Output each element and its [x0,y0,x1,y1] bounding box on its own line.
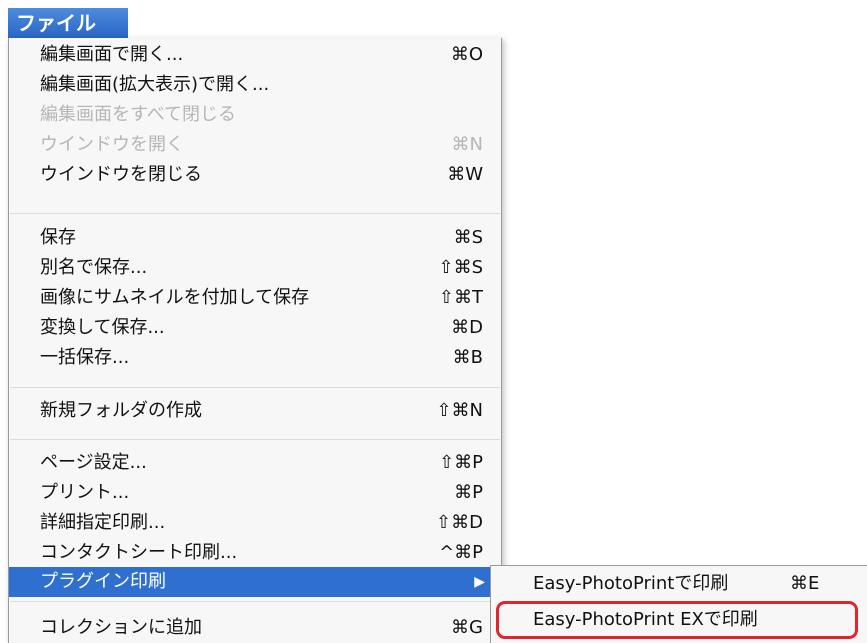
menu-item-label: ウインドウを開く [40,134,184,155]
menu-item-label: 変換して保存... [40,317,165,338]
menu-item-label: 一括保存... [40,347,130,368]
menu-item-close-window[interactable]: ウインドウを閉じる ⌘W [9,160,501,190]
menu-item-shortcut: ⌘G [451,617,483,638]
menu-item-add-to-collection[interactable]: コレクションに追加 ⌘G [9,613,501,643]
menu-item-label: 別名で保存... [40,257,148,278]
menu-item-label: 編集画面(拡大表示)で開く... [40,74,270,95]
menu-item-batch-save[interactable]: 一括保存... ⌘B [9,343,501,373]
menu-item-save[interactable]: 保存 ⌘S [9,223,501,253]
menu-item-label: コレクションに追加 [40,617,202,638]
menu-item-label: 新規フォルダの作成 [40,400,202,421]
menu-item-shortcut: ⌘P [454,482,483,503]
menu-item-open-in-editor-zoomed[interactable]: 編集画面(拡大表示)で開く... [9,70,501,100]
menu-item-shortcut: ⌘D [451,317,483,338]
menu-item-shortcut: ⇧⌘N [436,400,483,421]
menu-item-save-with-thumbnail[interactable]: 画像にサムネイルを付加して保存 ⇧⌘T [9,283,501,313]
menu-item-plugin-print[interactable]: プラグイン印刷 ▶ [9,567,501,597]
menu-item-detailed-print[interactable]: 詳細指定印刷... ⇧⌘D [9,508,501,538]
submenu-item-shortcut: ⌘E [790,573,820,594]
submenu-item-easy-photoprint[interactable]: Easy-PhotoPrintで印刷 ⌘E [491,569,867,599]
menu-item-open-window: ウインドウを開く ⌘N [9,130,501,160]
menu-item-open-in-editor[interactable]: 編集画面で開く... ⌘O [9,40,501,70]
menu-item-label: 編集画面をすべて閉じる [40,104,237,125]
menu-item-close-all-editors: 編集画面をすべて閉じる [9,100,501,130]
menu-item-shortcut: ^⌘P [439,542,483,563]
menu-item-label: プリント... [40,482,130,503]
menu-item-new-folder[interactable]: 新規フォルダの作成 ⇧⌘N [9,396,501,426]
menu-item-shortcut: ⇧⌘P [439,452,483,473]
menu-separator [10,213,500,214]
menu-item-label: プラグイン印刷 [40,571,166,592]
menu-item-shortcut: ⌘O [450,44,483,65]
menu-item-shortcut: ⌘S [453,227,483,248]
menu-item-shortcut: ⇧⌘S [438,257,483,278]
menu-item-shortcut: ⌘B [452,347,483,368]
submenu-item-easy-photoprint-ex[interactable]: Easy-PhotoPrint EXで印刷 [491,605,867,635]
plugin-print-submenu: Easy-PhotoPrintで印刷 ⌘E Easy-PhotoPrint EX… [490,565,867,643]
menu-item-label: コンタクトシート印刷... [40,542,238,563]
menu-item-label: 詳細指定印刷... [40,512,166,533]
menu-item-label: 画像にサムネイルを付加して保存 [40,287,310,308]
menu-item-label: 編集画面で開く... [40,44,184,65]
submenu-item-label: Easy-PhotoPrintで印刷 [533,573,729,594]
menu-item-label: 保存 [40,227,76,248]
menu-item-shortcut: ⇧⌘T [438,287,483,308]
submenu-arrow-icon: ▶ [474,574,485,590]
file-menu: 編集画面で開く... ⌘O 編集画面(拡大表示)で開く... 編集画面をすべて閉… [8,38,502,643]
menu-item-convert-and-save[interactable]: 変換して保存... ⌘D [9,313,501,343]
menu-item-print[interactable]: プリント... ⌘P [9,478,501,508]
menu-item-contact-sheet-print[interactable]: コンタクトシート印刷... ^⌘P [9,538,501,568]
menu-item-page-setup[interactable]: ページ設定... ⇧⌘P [9,448,501,478]
menu-item-label: ウインドウを閉じる [40,164,202,185]
menu-item-save-as[interactable]: 別名で保存... ⇧⌘S [9,253,501,283]
menu-item-shortcut: ⌘W [447,164,483,185]
menu-separator [10,601,500,602]
menu-separator [10,439,500,440]
menu-item-label: ページ設定... [40,452,147,473]
menu-item-shortcut: ⇧⌘D [436,512,483,533]
menu-item-shortcut: ⌘N [451,134,483,155]
submenu-item-label: Easy-PhotoPrint EXで印刷 [533,609,758,630]
file-menu-title[interactable]: ファイル [8,8,128,38]
menu-separator [10,387,500,388]
